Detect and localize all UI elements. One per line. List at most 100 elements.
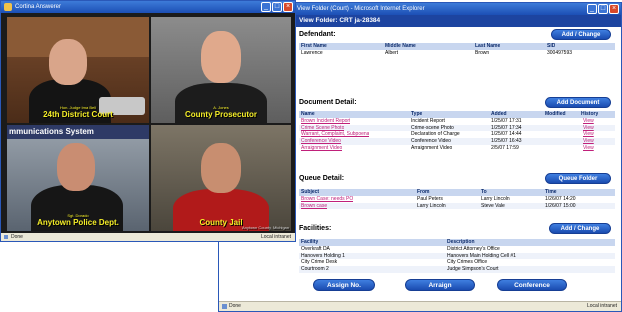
document-link[interactable]: Crime Scene Photo <box>301 125 344 132</box>
zone-text: Local intranet <box>586 303 617 309</box>
page-icon <box>222 304 227 309</box>
person-head <box>57 143 95 191</box>
table-header: Subject From To Time <box>299 189 615 196</box>
person-head <box>49 39 87 85</box>
video-feed-judge[interactable]: Hon. Judge Ima Bell 24th District Court <box>7 17 149 123</box>
view-link[interactable]: View <box>583 125 594 132</box>
col-description: Description <box>447 239 475 245</box>
col-sid: SID <box>547 43 556 49</box>
add-document-button[interactable]: Add Document <box>545 97 611 108</box>
person-head <box>201 31 241 83</box>
document-added: 1/25/07 17:34 <box>491 124 522 131</box>
col-first-name: First Name <box>301 43 327 49</box>
video-feed-jail[interactable]: County Jail Anytown County, Michigan <box>151 125 291 231</box>
col-to: To <box>481 189 487 195</box>
assign-number-button[interactable]: Assign No. <box>313 279 375 291</box>
table-row: City Crime Desk City Crimes Office <box>299 259 615 266</box>
view-link[interactable]: View <box>583 131 594 138</box>
folder-banner: View Folder: CRT ja-28384 <box>293 15 621 27</box>
documents-title: Document Detail: <box>299 99 357 106</box>
queue-to: Larry Lincoln <box>481 195 510 202</box>
close-icon[interactable]: × <box>283 2 293 12</box>
facility-description: City Crimes Office <box>447 259 488 266</box>
cell-first-name: Lawrence <box>301 49 323 56</box>
feed-label: County Prosecutor <box>184 110 257 119</box>
col-modified: Modified <box>545 111 566 117</box>
col-subject: Subject <box>301 189 320 195</box>
app-icon <box>4 3 12 11</box>
table-row: Hanovers Holding 1 Hanovers Main Holding… <box>299 252 615 260</box>
cell-middle-name: Albert <box>385 49 399 56</box>
person-head <box>201 143 241 193</box>
view-link[interactable]: View <box>583 138 594 145</box>
facility-name: Courtroom 2 <box>301 266 329 273</box>
page-icon <box>4 235 8 239</box>
defendant-add-change-button[interactable]: Add / Change <box>551 29 611 40</box>
vc-status-bar: Done Local intranet <box>1 233 295 241</box>
document-added: 1/25/07 16:43 <box>491 138 522 145</box>
vc-title: Cortina Answerer <box>15 4 62 10</box>
document-type: Conference Video <box>411 138 451 145</box>
view-link[interactable]: View <box>583 118 594 125</box>
facility-description: Judge Simpson's Court <box>447 266 499 273</box>
queue-subject-link[interactable]: Brown case <box>301 203 327 210</box>
document-link[interactable]: Warrant, Complaint, Subpoena <box>301 131 369 138</box>
status-text: Done <box>229 303 241 309</box>
wall-sign: mmunications System <box>7 125 149 139</box>
minimize-icon[interactable]: _ <box>261 2 271 12</box>
status-text: Done <box>11 234 23 240</box>
video-feed-prosecutor[interactable]: A. Jones County Prosecutor <box>151 17 291 123</box>
col-added: Added <box>491 111 507 117</box>
queue-header: Queue Detail: Queue Folder <box>299 173 615 185</box>
col-facility: Facility <box>301 239 319 245</box>
facility-name: Hanovers Holding 1 <box>301 252 345 259</box>
queue-to: Steve Vale <box>481 202 505 209</box>
queue-subject-link[interactable]: Brown Case: needs PO <box>301 196 353 203</box>
document-link[interactable]: Conference Video <box>301 138 341 145</box>
maximize-icon[interactable]: □ <box>272 2 282 12</box>
defendant-table: First Name Middle Name Last Name SID Law… <box>299 43 615 57</box>
document-link[interactable]: Arraignment Video <box>301 145 342 152</box>
col-last-name: Last Name <box>475 43 501 49</box>
table-row: Overkraft DA District Attorney's Office <box>299 246 615 253</box>
zone-text: Local intranet <box>260 234 291 240</box>
document-type: Crime-scene Photo <box>411 124 454 131</box>
col-time: Time <box>545 189 557 195</box>
facility-description: Hanovers Main Holding Cell #1 <box>447 252 516 259</box>
desktop: View Folder (Court) - Microsoft Internet… <box>0 0 622 312</box>
video-conference-window: Cortina Answerer _ □ × Hon. Judge Ima Be… <box>0 0 296 242</box>
defendant-header: Defendant: Add / Change <box>299 29 615 41</box>
table-row: Brown Incident Report Incident Report 1/… <box>299 118 615 125</box>
feed-footer: Anytown County, Michigan <box>241 225 289 230</box>
window-controls: _ □ × <box>261 2 293 12</box>
table-header: Facility Description <box>299 239 615 246</box>
queue-folder-button[interactable]: Queue Folder <box>545 173 611 184</box>
table-row: Arraignment Video Arraignment Video 2/5/… <box>299 145 615 152</box>
ie-status-bar: Done Local intranet <box>219 301 621 311</box>
minimize-icon[interactable]: _ <box>587 4 597 14</box>
document-link[interactable]: Brown Incident Report <box>301 118 350 125</box>
documents-table: Name Type Added Modified History Brown I… <box>299 111 615 152</box>
vc-titlebar[interactable]: Cortina Answerer _ □ × <box>1 1 295 13</box>
document-type: Arraignment Video <box>411 144 453 151</box>
table-header: First Name Middle Name Last Name SID <box>299 43 615 50</box>
queue-table: Subject From To Time Brown Case: needs P… <box>299 189 615 210</box>
view-link[interactable]: View <box>583 145 594 152</box>
arraign-button[interactable]: Arraign <box>405 279 475 291</box>
ie-title: View Folder (Court) - Microsoft Internet… <box>297 6 425 12</box>
facility-name: City Crime Desk <box>301 259 338 266</box>
col-middle-name: Middle Name <box>385 43 416 49</box>
close-icon[interactable]: × <box>609 4 619 14</box>
feed-label: Anytown Police Dept. <box>37 218 119 227</box>
facilities-add-change-button[interactable]: Add / Change <box>549 223 611 234</box>
maximize-icon[interactable]: □ <box>598 4 608 14</box>
facilities-header: Facilities: Add / Change <box>299 223 615 235</box>
conference-button[interactable]: Conference <box>497 279 567 291</box>
table-header: Name Type Added Modified History <box>299 111 615 118</box>
queue-time: 1/26/07 14:20 <box>545 195 576 202</box>
video-feed-police[interactable]: mmunications System Sgt. Dorado Anytown … <box>7 125 149 231</box>
window-controls: _ □ × <box>587 4 619 14</box>
document-added: 1/25/07 14:44 <box>491 131 522 138</box>
documents-header: Document Detail: Add Document <box>299 97 615 109</box>
document-type: Declaration of Charge <box>411 131 460 138</box>
